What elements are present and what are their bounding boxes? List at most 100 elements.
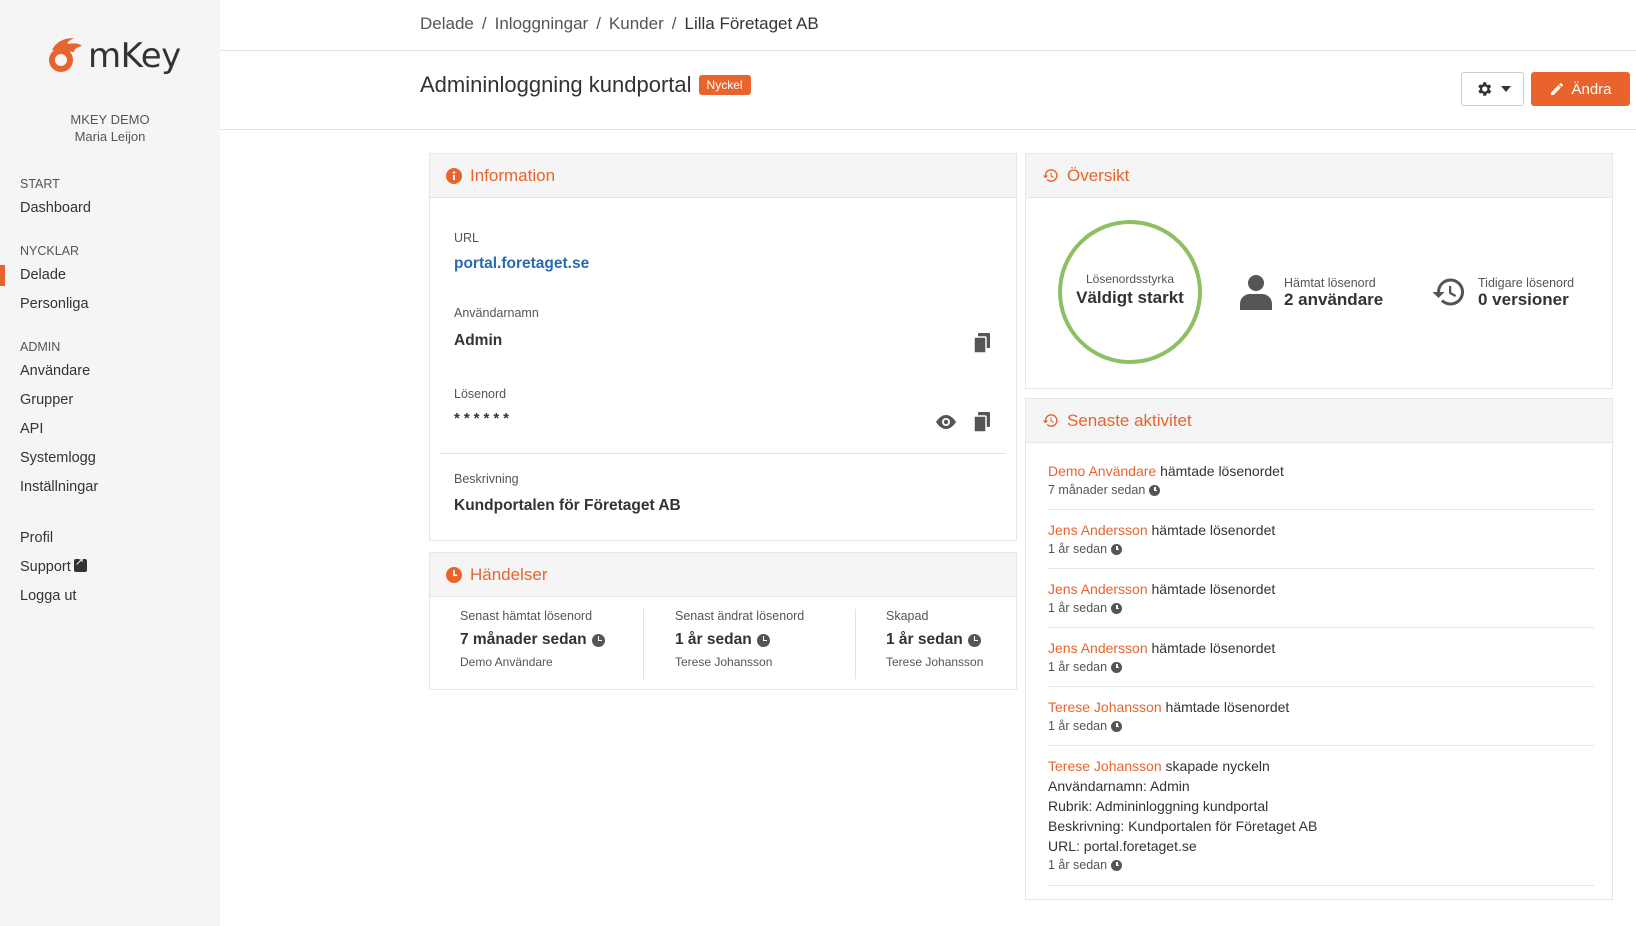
- breadcrumb-current: Lilla Företaget AB: [684, 14, 819, 33]
- caret-down-icon: [1500, 86, 1511, 92]
- fetched-label: Hämtat lösenord: [1284, 276, 1376, 290]
- activity-time: 1 år sedan: [1048, 540, 1594, 558]
- eye-icon[interactable]: [934, 414, 958, 430]
- settings-dropdown-button[interactable]: [1461, 72, 1524, 106]
- activity-time-text: 7 månader sedan: [1048, 483, 1146, 497]
- clock-icon: [756, 633, 770, 647]
- support-label: Support: [20, 559, 71, 575]
- events-body: Senast hämtat lösenord 7 månader sedan D…: [430, 597, 1016, 691]
- sidebar-item-systemlogg[interactable]: Systemlogg: [0, 444, 220, 473]
- copy-username-icon[interactable]: [972, 332, 992, 354]
- breadcrumb-bar: Delade / Inloggningar / Kunder / Lilla Företag…: [220, 0, 1636, 51]
- logo-text: mKey: [88, 36, 181, 76]
- sidebar-item-personliga[interactable]: Personliga: [0, 290, 220, 319]
- activity-item: Jens Andersson hämtade lösenordet 1 år s…: [1048, 520, 1594, 569]
- password-value: ******: [454, 410, 514, 427]
- edit-button[interactable]: Ändra: [1531, 72, 1630, 106]
- activity-time-text: 1 år sedan: [1048, 601, 1108, 615]
- activity-time: 1 år sedan: [1048, 717, 1594, 735]
- sidebar-nav: START Dashboard NYCKLAR Delade Personlig…: [0, 176, 220, 611]
- strength-label: Lösenordsstyrka: [1085, 272, 1175, 286]
- event-value-text: 7 månader sedan: [460, 631, 587, 648]
- activity-time: 7 månader sedan: [1048, 481, 1594, 499]
- breadcrumb-item-kunder[interactable]: Kunder: [609, 14, 664, 33]
- column-divider: [855, 609, 856, 679]
- detail-key: Användarnamn:: [1048, 778, 1150, 794]
- fetched-stat: Hämtat lösenord 2 användare: [1284, 276, 1383, 310]
- detail-key: Beskrivning:: [1048, 818, 1129, 834]
- breadcrumb-separator: /: [671, 14, 677, 33]
- password-label: Lösenord: [454, 387, 507, 401]
- user-name: Maria Leijon: [74, 129, 146, 144]
- sidebar-item-support[interactable]: Support: [0, 553, 220, 582]
- breadcrumb-item-inloggningar[interactable]: Inloggningar: [495, 14, 589, 33]
- activity-user-link[interactable]: Jens Andersson: [1048, 522, 1148, 538]
- breadcrumb-separator: /: [481, 14, 487, 33]
- divider: [440, 453, 1006, 454]
- event-created: Skapad 1 år sedan Terese Johansson: [886, 609, 983, 669]
- pencil-icon: [1551, 82, 1564, 95]
- activity-text: Jens Andersson hämtade lösenordet: [1048, 638, 1594, 658]
- activity-time-text: 1 år sedan: [1048, 858, 1108, 872]
- event-label: Senast ändrat lösenord: [675, 609, 805, 623]
- activity-panel: Senaste aktivitet Demo Användare hämtade…: [1025, 398, 1613, 900]
- description-value: Kundportalen för Företaget AB: [454, 497, 681, 514]
- sidebar-item-logout[interactable]: Logga ut: [0, 582, 220, 611]
- title-bar: Admininloggning kundportal Nyckel Ändra: [220, 52, 1636, 130]
- activity-action: skapade nyckeln: [1161, 758, 1270, 774]
- detail-key: URL:: [1048, 838, 1084, 854]
- url-link[interactable]: portal.foretaget.se: [454, 255, 589, 273]
- activity-time-text: 1 år sedan: [1048, 660, 1108, 674]
- history-icon: [1432, 278, 1465, 306]
- overview-panel: Översikt Lösenordsstyrka Väldigt starkt …: [1025, 153, 1613, 389]
- clock-icon: [1111, 720, 1123, 732]
- event-user: Terese Johansson: [675, 655, 773, 669]
- column-divider: [643, 609, 644, 679]
- activity-detail: Användarnamn: Admin: [1048, 776, 1594, 796]
- event-value-text: 1 år sedan: [675, 631, 752, 648]
- activity-user-link[interactable]: Jens Andersson: [1048, 581, 1148, 597]
- event-value: 1 år sedan: [675, 631, 804, 649]
- information-title: Information: [470, 165, 556, 185]
- activity-time-text: 1 år sedan: [1048, 542, 1108, 556]
- activity-user-link[interactable]: Terese Johansson: [1048, 699, 1162, 715]
- event-label: Skapad: [886, 609, 929, 623]
- clock-icon: [446, 566, 462, 583]
- activity-detail: URL: portal.foretaget.se: [1048, 836, 1594, 856]
- history-label: Tidigare lösenord: [1478, 276, 1575, 290]
- overview-header: Översikt: [1026, 154, 1612, 198]
- activity-user-link[interactable]: Jens Andersson: [1048, 640, 1148, 656]
- sidebar-item-delade[interactable]: Delade: [0, 261, 220, 290]
- sidebar-item-profil[interactable]: Profil: [0, 524, 220, 553]
- clock-icon: [1111, 661, 1123, 673]
- app-logo[interactable]: mKey: [44, 28, 184, 84]
- clock-icon: [591, 633, 605, 647]
- activity-user-link[interactable]: Terese Johansson: [1048, 758, 1162, 774]
- event-last-fetched: Senast hämtat lösenord 7 månader sedan D…: [460, 609, 605, 669]
- event-value: 7 månader sedan: [460, 631, 605, 649]
- sidebar-item-anvandare[interactable]: Användare: [0, 357, 220, 386]
- activity-user-link[interactable]: Demo Användare: [1048, 463, 1156, 479]
- events-header: Händelser: [430, 553, 1016, 597]
- history-value: 0 versioner: [1478, 290, 1569, 309]
- activity-detail: Rubrik: Admininloggning kundportal: [1048, 796, 1594, 816]
- events-title: Händelser: [470, 564, 548, 584]
- activity-action: hämtade lösenordet: [1161, 699, 1290, 715]
- activity-text: Terese Johansson skapade nyckeln: [1048, 756, 1594, 776]
- activity-action: hämtade lösenordet: [1156, 463, 1284, 479]
- copy-password-icon[interactable]: [972, 411, 992, 433]
- page-title: Admininloggning kundportal: [420, 72, 692, 97]
- breadcrumb-item-delade[interactable]: Delade: [420, 14, 474, 33]
- sidebar-item-installningar[interactable]: Inställningar: [0, 473, 220, 502]
- sidebar-item-api[interactable]: API: [0, 415, 220, 444]
- events-panel: Händelser Senast hämtat lösenord 7 månad…: [429, 552, 1017, 690]
- sidebar-item-grupper[interactable]: Grupper: [0, 386, 220, 415]
- sidebar: mKey MKEY DEMO Maria Leijon START Dashbo…: [0, 0, 220, 926]
- event-value: 1 år sedan: [886, 631, 983, 649]
- description-label: Beskrivning: [454, 472, 519, 486]
- event-value-text: 1 år sedan: [886, 631, 963, 648]
- detail-value: portal.foretaget.se: [1083, 838, 1197, 854]
- detail-value: Admininloggning kundportal: [1095, 798, 1269, 814]
- clock-icon: [1111, 543, 1123, 555]
- sidebar-item-dashboard[interactable]: Dashboard: [0, 194, 220, 223]
